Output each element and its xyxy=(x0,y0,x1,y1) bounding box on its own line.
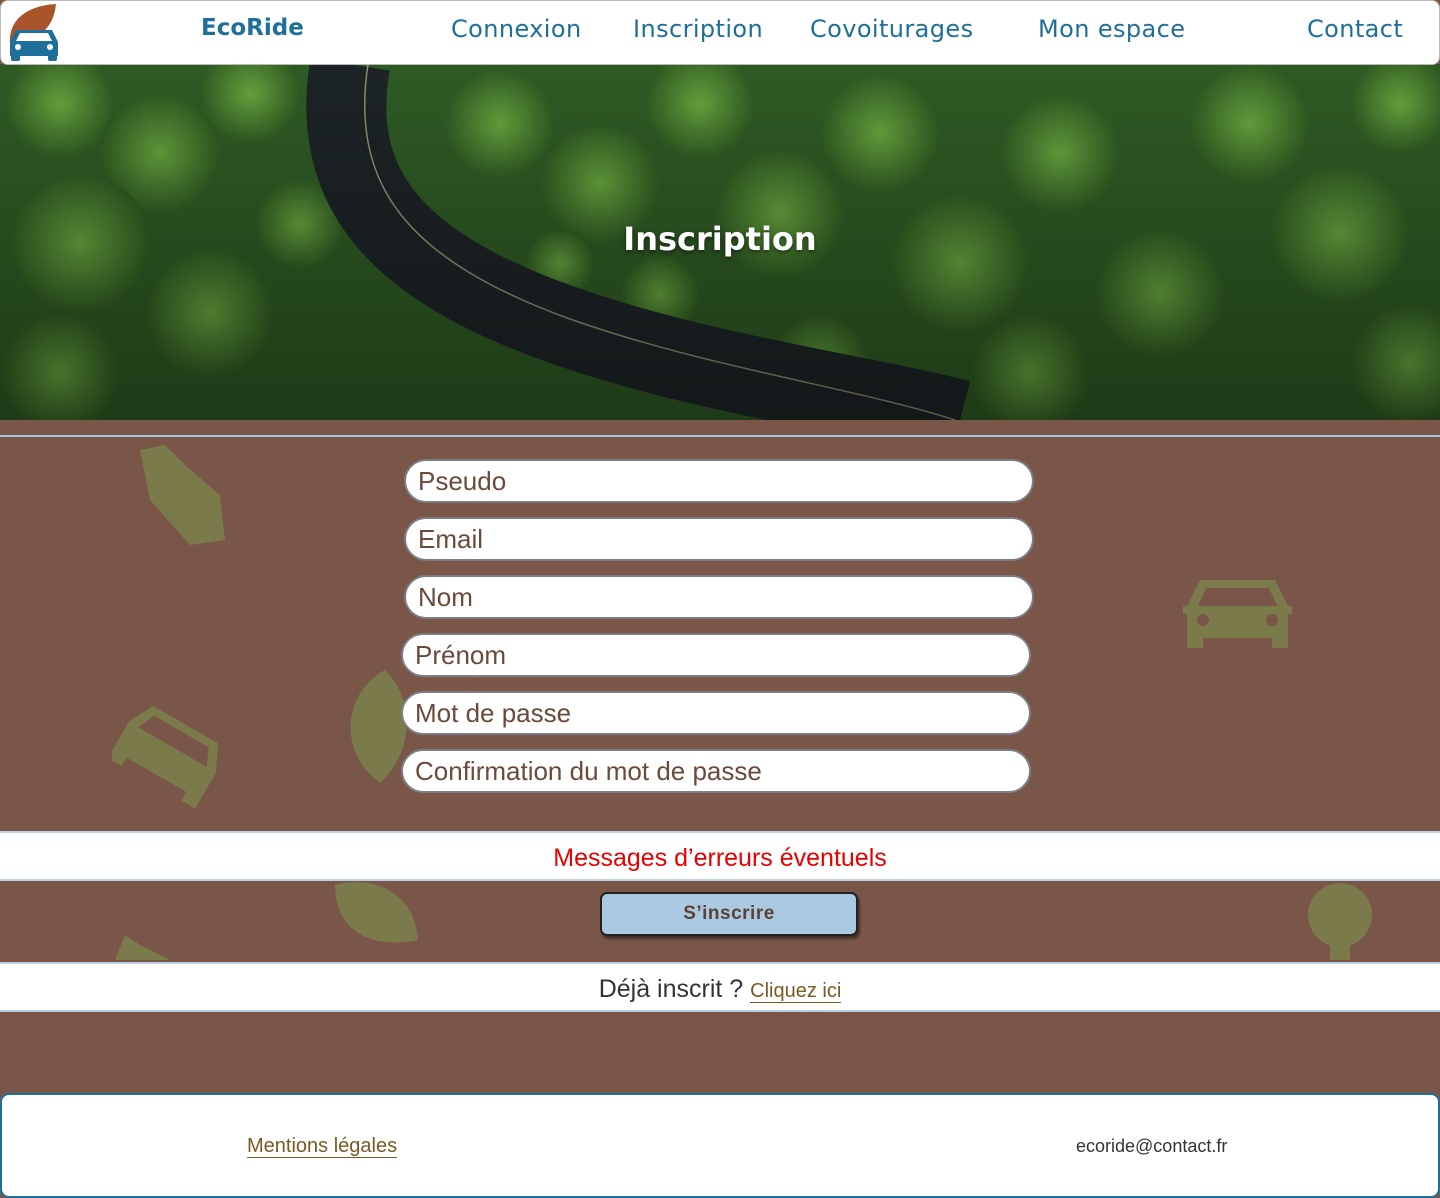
leaf-icon-3 xyxy=(115,935,170,960)
car-icon xyxy=(1183,580,1292,648)
register-button[interactable]: S’inscrire xyxy=(600,892,858,936)
leaf-icon-2 xyxy=(335,882,418,943)
nav-mon-espace[interactable]: Mon espace xyxy=(1038,15,1185,43)
login-prompt-banner: Déjà inscrit ? Cliquez ici xyxy=(0,962,1440,1012)
login-link[interactable]: Cliquez ici xyxy=(750,980,842,1003)
legal-notice-link[interactable]: Mentions légales xyxy=(247,1135,398,1158)
tree-icon xyxy=(1308,883,1372,960)
hero-divider xyxy=(0,435,1440,437)
pseudo-input[interactable] xyxy=(404,459,1034,503)
nav-contact[interactable]: Contact xyxy=(1307,15,1403,43)
password-input[interactable] xyxy=(401,691,1031,735)
email-input[interactable] xyxy=(404,517,1034,561)
password-confirm-input[interactable] xyxy=(401,749,1031,793)
error-banner: Messages d’erreurs éventuels xyxy=(0,831,1440,881)
handshake-icon xyxy=(140,445,225,545)
prenom-input[interactable] xyxy=(401,633,1031,677)
already-registered-text: Déjà inscrit ? xyxy=(598,975,744,1003)
nom-input[interactable] xyxy=(404,575,1034,619)
hero-banner: Inscription xyxy=(0,64,1440,420)
footer: Mentions légales ecoride@contact.fr xyxy=(0,1093,1440,1198)
error-message: Messages d’erreurs éventuels xyxy=(553,844,887,872)
brand-link[interactable]: EcoRide xyxy=(201,15,304,41)
nav-connexion[interactable]: Connexion xyxy=(451,15,582,43)
tilted-car-icon xyxy=(112,705,218,809)
nav-inscription[interactable]: Inscription xyxy=(633,15,763,43)
nav-covoiturages[interactable]: Covoiturages xyxy=(810,15,974,43)
contact-email: ecoride@contact.fr xyxy=(1076,1136,1228,1156)
top-navbar: EcoRide Connexion Inscription Covoiturag… xyxy=(0,0,1440,65)
ecoride-car-leaf-logo-icon[interactable] xyxy=(6,4,62,62)
page-title: Inscription xyxy=(623,220,817,258)
